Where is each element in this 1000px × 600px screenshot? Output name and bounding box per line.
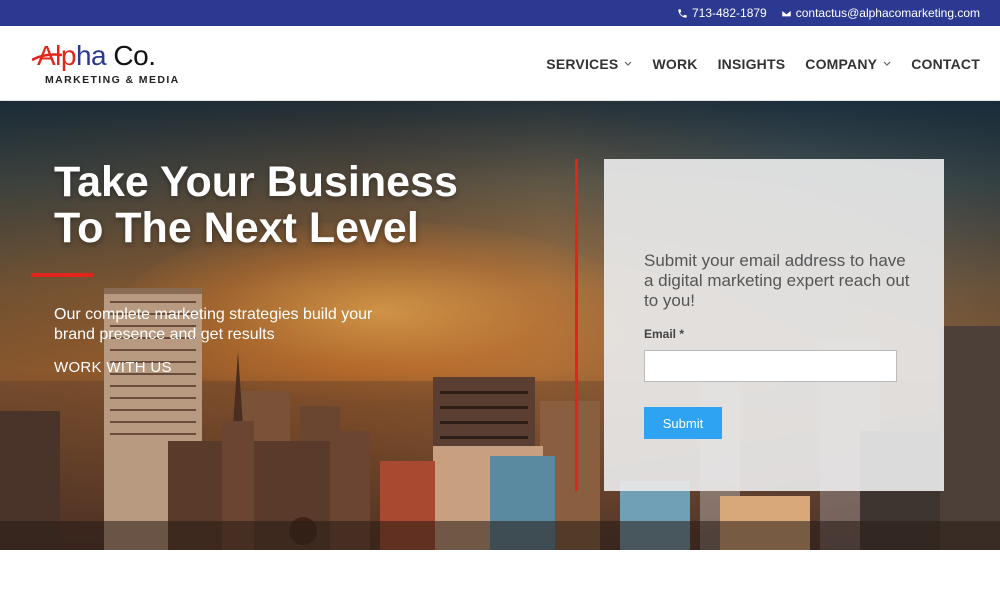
- logo-part-3: Co.: [106, 40, 156, 71]
- phone-number[interactable]: 713-482-1879: [692, 6, 767, 20]
- email-label-text: Email: [644, 327, 677, 341]
- nav-services-label: SERVICES: [546, 55, 619, 72]
- submit-button[interactable]: Submit: [644, 407, 722, 439]
- required-marker: *: [679, 327, 685, 341]
- nav-work-label: WORK: [652, 55, 698, 72]
- nav-contact[interactable]: CONTACT: [911, 56, 980, 72]
- logo-wordmark: Alpha Co.: [37, 40, 156, 72]
- hero-heading-line-2: To The Next Level: [54, 204, 419, 252]
- alpha-co-logo[interactable]: Alpha Co. MARKETING & MEDIA: [32, 40, 185, 90]
- site-header: Alpha Co. MARKETING & MEDIA SERVICES WOR…: [0, 26, 1000, 101]
- chevron-down-icon: [883, 61, 891, 66]
- main-nav: SERVICES WORK INSIGHTS COMPANY CONTACT: [546, 26, 980, 101]
- phone-icon: [678, 8, 687, 18]
- phone-contact[interactable]: 713-482-1879: [677, 6, 767, 20]
- logo-part-1: Alp: [37, 40, 76, 71]
- hero-section: Take Your Business To The Next Level Our…: [0, 101, 1000, 550]
- vertical-divider: [575, 159, 578, 491]
- work-with-us-link[interactable]: WORK WITH US: [54, 359, 172, 376]
- email-address[interactable]: contactus@alphacomarketing.com: [796, 6, 980, 20]
- chevron-down-icon: [625, 61, 632, 66]
- nav-services[interactable]: SERVICES: [546, 56, 632, 72]
- form-prompt: Submit your email address to have a digi…: [644, 251, 910, 310]
- contact-form-card: Submit your email address to have a digi…: [604, 159, 944, 491]
- hero-heading-line-1: Take Your Business: [54, 158, 458, 206]
- nav-company-label: COMPANY: [805, 55, 878, 72]
- envelope-icon: [781, 9, 792, 17]
- email-input[interactable]: [644, 350, 897, 382]
- top-contact-bar: 713-482-1879 contactus@alphacomarketing.…: [0, 0, 1000, 26]
- nav-company[interactable]: COMPANY: [805, 56, 891, 72]
- nav-insights[interactable]: INSIGHTS: [718, 56, 786, 72]
- nav-insights-label: INSIGHTS: [717, 55, 786, 72]
- logo-part-2: ha: [75, 40, 107, 71]
- nav-contact-label: CONTACT: [911, 55, 980, 72]
- email-contact[interactable]: contactus@alphacomarketing.com: [781, 6, 980, 20]
- email-label: Email *: [644, 327, 684, 341]
- nav-work[interactable]: WORK: [652, 56, 697, 72]
- logo-tagline: MARKETING & MEDIA: [45, 74, 180, 86]
- hero-accent-divider: [31, 273, 93, 277]
- hero-heading: Take Your Business To The Next Level: [54, 159, 534, 251]
- content-below-hero: [0, 550, 1000, 600]
- hero-subtitle: Our complete marketing strategies build …: [54, 306, 373, 343]
